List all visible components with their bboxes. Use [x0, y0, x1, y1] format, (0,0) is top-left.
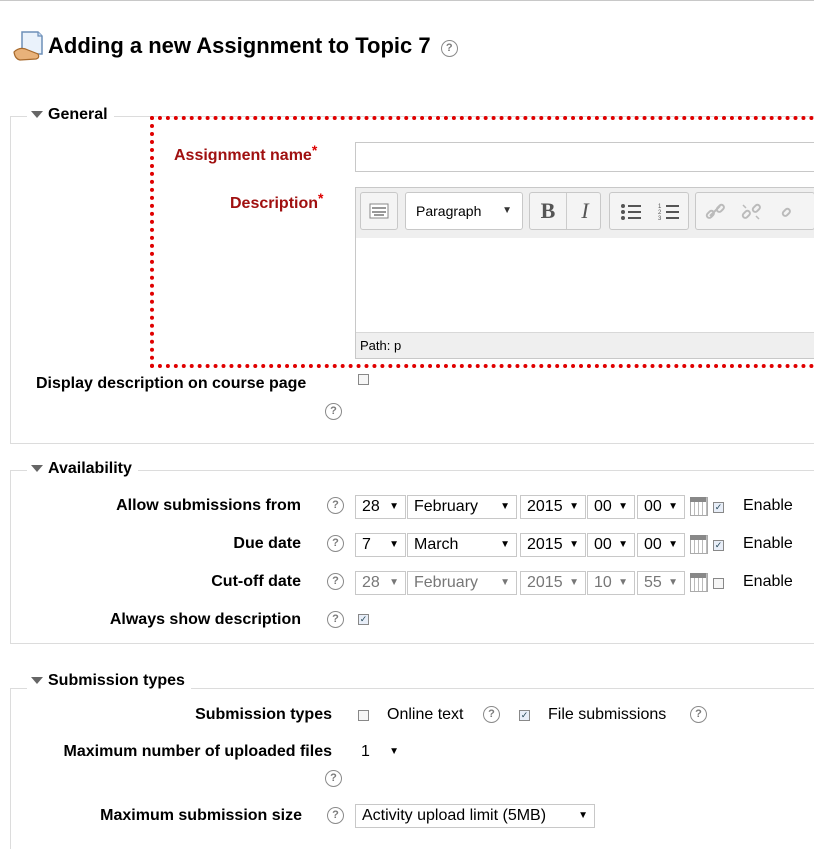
allow-day-value: 28 [362, 498, 380, 515]
help-icon[interactable]: ? [325, 770, 342, 787]
page-title: Adding a new Assignment to Topic 7 ? [48, 33, 458, 59]
always-show-checkbox[interactable] [358, 614, 369, 625]
due-date-label: Due date [233, 535, 301, 552]
due-enable-checkbox[interactable] [713, 540, 724, 551]
cutoff-month-select[interactable]: February ▼ [407, 571, 517, 595]
allow-year-select[interactable]: 2015 ▼ [520, 495, 586, 519]
calendar-icon[interactable] [690, 573, 708, 592]
max-files-label: Maximum number of uploaded files [63, 743, 332, 760]
due-hour-value: 00 [594, 536, 612, 553]
cutoff-month-value: February [414, 574, 479, 591]
chevron-down-icon: ▼ [618, 539, 628, 550]
help-icon[interactable]: ? [327, 573, 344, 590]
cutoff-minute-select[interactable]: 55 ▼ [637, 571, 685, 595]
assignment-icon [13, 31, 43, 61]
due-enable-label: Enable [743, 535, 793, 552]
cutoff-minute-value: 55 [644, 574, 662, 591]
max-files-value: 1 [361, 743, 370, 760]
max-size-select[interactable]: Activity upload limit (5MB) ▼ [355, 804, 595, 828]
chevron-down-icon: ▼ [618, 501, 628, 512]
max-size-label: Maximum submission size [100, 807, 302, 824]
chevron-down-icon: ▼ [578, 810, 588, 821]
allow-minute-select[interactable]: 00 ▼ [637, 495, 685, 519]
allow-month-value: February [414, 498, 479, 515]
chevron-down-icon: ▼ [618, 577, 628, 588]
cutoff-hour-select[interactable]: 10 ▼ [587, 571, 635, 595]
allow-month-select[interactable]: February ▼ [407, 495, 517, 519]
collapse-triangle-icon [31, 111, 43, 119]
due-minute-value: 00 [644, 536, 662, 553]
cutoff-year-select[interactable]: 2015 ▼ [520, 571, 586, 595]
online-text-label: Online text [387, 706, 464, 723]
allow-day-select[interactable]: 28 ▼ [355, 495, 406, 519]
chevron-down-icon: ▼ [389, 501, 399, 512]
allow-enable-checkbox[interactable] [713, 502, 724, 513]
help-icon[interactable]: ? [483, 706, 500, 723]
chevron-down-icon: ▼ [569, 577, 579, 588]
chevron-down-icon: ▼ [668, 577, 678, 588]
chevron-down-icon: ▼ [569, 501, 579, 512]
allow-year-value: 2015 [527, 498, 563, 515]
help-icon[interactable]: ? [325, 403, 342, 420]
chevron-down-icon: ▼ [389, 577, 399, 588]
file-submissions-label: File submissions [548, 706, 667, 723]
due-year-value: 2015 [527, 536, 563, 553]
chevron-down-icon: ▼ [500, 577, 510, 588]
help-icon[interactable]: ? [327, 497, 344, 514]
cutoff-enable-checkbox[interactable] [713, 578, 724, 589]
cutoff-hour-value: 10 [594, 574, 612, 591]
submission-legend-text: Submission types [48, 672, 185, 689]
chevron-down-icon: ▼ [389, 746, 399, 757]
file-submissions-checkbox[interactable] [519, 710, 530, 721]
due-day-value: 7 [362, 536, 371, 553]
page-title-text: Adding a new Assignment to Topic 7 [48, 33, 431, 58]
allow-hour-value: 00 [594, 498, 612, 515]
help-icon[interactable]: ? [690, 706, 707, 723]
allow-minute-value: 00 [644, 498, 662, 515]
allow-enable-label: Enable [743, 497, 793, 514]
cutoff-enable-label: Enable [743, 573, 793, 590]
cutoff-day-select[interactable]: 28 ▼ [355, 571, 406, 595]
availability-legend[interactable]: Availability [27, 460, 138, 478]
max-size-value: Activity upload limit (5MB) [362, 807, 547, 824]
chevron-down-icon: ▼ [500, 539, 510, 550]
due-minute-select[interactable]: 00 ▼ [637, 533, 685, 557]
help-icon[interactable]: ? [440, 40, 458, 57]
due-month-value: March [414, 536, 459, 553]
help-icon[interactable]: ? [327, 611, 344, 628]
calendar-icon[interactable] [690, 497, 708, 516]
general-legend[interactable]: General [27, 106, 114, 124]
always-show-label: Always show description [109, 611, 301, 628]
due-day-select[interactable]: 7 ▼ [355, 533, 406, 557]
cutoff-date-label: Cut-off date [211, 573, 301, 590]
allow-submissions-label: Allow submissions from [116, 497, 301, 514]
chevron-down-icon: ▼ [389, 539, 399, 550]
general-legend-text: General [48, 106, 108, 123]
chevron-down-icon: ▼ [668, 539, 678, 550]
chevron-down-icon: ▼ [668, 501, 678, 512]
display-description-checkbox[interactable] [358, 374, 369, 385]
chevron-down-icon: ▼ [569, 539, 579, 550]
cutoff-year-value: 2015 [527, 574, 563, 591]
help-icon[interactable]: ? [327, 535, 344, 552]
online-text-checkbox[interactable] [358, 710, 369, 721]
calendar-icon[interactable] [690, 535, 708, 554]
max-files-select[interactable]: 1 ▼ [355, 741, 405, 765]
due-year-select[interactable]: 2015 ▼ [520, 533, 586, 557]
top-divider [0, 0, 814, 1]
due-hour-select[interactable]: 00 ▼ [587, 533, 635, 557]
chevron-down-icon: ▼ [500, 501, 510, 512]
submission-legend[interactable]: Submission types [27, 672, 191, 690]
highlight-frame [150, 116, 814, 368]
due-month-select[interactable]: March ▼ [407, 533, 517, 557]
cutoff-day-value: 28 [362, 574, 380, 591]
allow-hour-select[interactable]: 00 ▼ [587, 495, 635, 519]
collapse-triangle-icon [31, 465, 43, 473]
availability-legend-text: Availability [48, 460, 132, 477]
display-description-label: Display description on course page [36, 375, 307, 392]
submission-types-label: Submission types [195, 706, 332, 723]
collapse-triangle-icon [31, 677, 43, 685]
help-icon[interactable]: ? [327, 807, 344, 824]
